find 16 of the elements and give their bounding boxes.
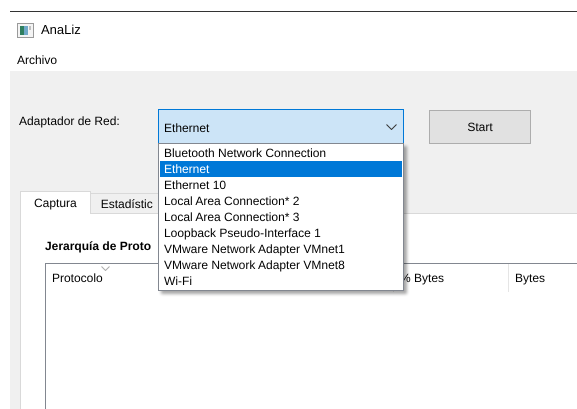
tab[interactable]: Captura <box>20 191 91 214</box>
adapter-dropdown[interactable]: Ethernet <box>158 109 404 144</box>
start-button[interactable]: Start <box>429 110 531 144</box>
section-heading: Jerarquía de Proto <box>45 238 152 255</box>
dropdown-option[interactable]: VMware Network Adapter VMnet1 <box>160 241 402 257</box>
column-header[interactable]: Bytes <box>509 264 577 292</box>
dropdown-option[interactable]: Ethernet 10 <box>160 177 402 193</box>
sort-caret-icon <box>101 266 110 271</box>
menu-item[interactable]: Archivo <box>13 50 62 68</box>
window-title: AnaLiz <box>41 21 81 40</box>
field-label: Adaptador de Red: <box>18 112 121 130</box>
dropdown-option[interactable]: Ethernet <box>160 161 402 177</box>
dropdown-option[interactable]: Loopback Pseudo-Interface 1 <box>160 225 402 241</box>
app-icon <box>17 22 34 38</box>
chevron-down-icon <box>386 124 397 130</box>
dropdown-option[interactable]: Bluetooth Network Connection <box>160 145 402 161</box>
